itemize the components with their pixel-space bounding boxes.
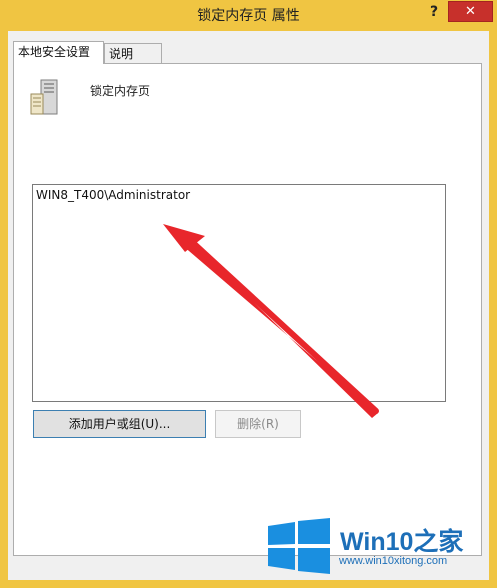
principals-listbox[interactable]: WIN8_T400\Administrator: [32, 184, 446, 402]
list-item[interactable]: WIN8_T400\Administrator: [36, 188, 190, 202]
close-button[interactable]: ✕: [448, 1, 493, 22]
window-title: 锁定内存页 属性: [197, 8, 300, 24]
watermark-url: www.win10xitong.com: [339, 555, 448, 567]
windows-logo-icon: [268, 518, 330, 574]
watermark-brand: Win10之家: [340, 522, 463, 558]
help-button[interactable]: ?: [424, 2, 444, 22]
remove-button[interactable]: 删除(R): [215, 410, 301, 438]
policy-name: 锁定内存页: [90, 84, 151, 98]
title-bar[interactable]: 锁定内存页 属性 ? ✕: [0, 0, 497, 30]
tab-explain[interactable]: 说明: [104, 43, 162, 65]
watermark-brand-suffix: 之家: [413, 528, 464, 556]
tab-local-security-setting[interactable]: 本地安全设置: [13, 41, 104, 64]
watermark-brand-name: Win10: [340, 528, 414, 556]
add-user-or-group-button[interactable]: 添加用户或组(U)...: [33, 410, 206, 438]
server-icon: [30, 79, 58, 115]
